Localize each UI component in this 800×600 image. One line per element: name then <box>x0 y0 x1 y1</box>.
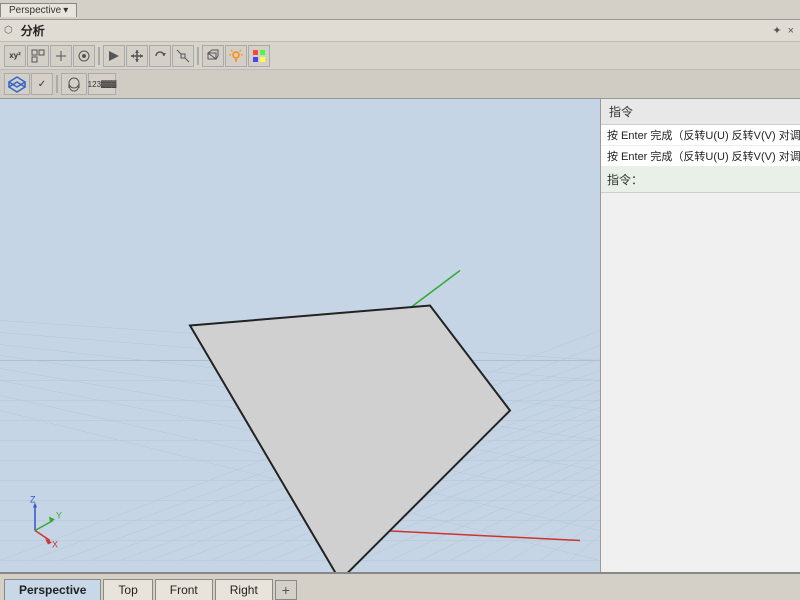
toolbar-btn-ghost[interactable] <box>61 73 87 95</box>
command-line2: 按 Enter 完成（反转U(U) 反转V(V) 对调UV(S) 反... <box>601 146 800 167</box>
toolbar-btn-123[interactable]: 123▓▓▓ <box>88 73 116 95</box>
viewport-3d-main[interactable]: Z Y X ↖ <box>0 99 600 572</box>
app: Perspective ▾ ⬡ 分析 ✦ × xy² <box>0 0 800 600</box>
main-content: Z Y X ↖ 指令 按 Enter 完成（反转U(U) 反转V(V) 对调UV… <box>0 99 800 572</box>
toolbar-btn-rotate[interactable] <box>149 45 171 67</box>
toolbar-btn-light[interactable] <box>225 45 247 67</box>
command-input[interactable] <box>643 173 800 187</box>
command-input-row: 指令： <box>601 167 800 192</box>
chevron-down-icon[interactable]: ▾ <box>63 5 68 16</box>
bottom-tab-bar: Perspective Top Front Right + <box>0 572 800 600</box>
toolbar-row1: ⬡ 分析 ✦ × <box>0 20 800 42</box>
toolbar-separator-2 <box>197 47 199 65</box>
toolbar-separator-3 <box>56 75 58 93</box>
viewport-svg: Z Y X ↖ <box>0 99 600 572</box>
add-viewport-tab-button[interactable]: + <box>275 580 297 600</box>
command-prompt-label: 指令： <box>607 171 643 188</box>
toolbar-btn-3d-icon[interactable] <box>4 73 30 95</box>
svg-text:Y: Y <box>56 511 62 521</box>
toolbar-btn-grid2[interactable] <box>50 45 72 67</box>
perspective-tab-top[interactable]: Perspective ▾ <box>0 3 77 17</box>
tab-right[interactable]: Right <box>215 579 273 600</box>
close-icon[interactable]: × <box>786 25 796 37</box>
tab-front[interactable]: Front <box>155 579 213 600</box>
tab-top[interactable]: Top <box>103 579 152 600</box>
toolbar-btn-arrow[interactable] <box>103 45 125 67</box>
toolbar-btn-xy[interactable]: xy² <box>4 45 26 67</box>
settings-icon[interactable]: ✦ <box>770 24 783 37</box>
toolbar-btn-color[interactable] <box>248 45 270 67</box>
toolbar-area: ⬡ 分析 ✦ × xy² <box>0 20 800 99</box>
toolbar-btn-grid1[interactable] <box>27 45 49 67</box>
top-tab-bar: Perspective ▾ <box>0 0 800 20</box>
toolbar-btn-move[interactable] <box>126 45 148 67</box>
toolbar-icon: ⬡ <box>4 25 13 36</box>
command-line1: 按 Enter 完成（反转U(U) 反转V(V) 对调UV(S) 反... <box>601 125 800 146</box>
toolbar-row3: ✓ 123▓▓▓ <box>0 70 800 98</box>
command-title: 指令 <box>601 99 800 125</box>
toolbar-btn-view3d[interactable] <box>202 45 224 67</box>
command-panel: 指令 按 Enter 完成（反转U(U) 反转V(V) 对调UV(S) 反...… <box>601 99 800 193</box>
svg-text:X: X <box>52 540 58 550</box>
toolbar-btn-snap[interactable] <box>73 45 95 67</box>
toolbar-row2: xy² <box>0 42 800 70</box>
right-panel: 指令 按 Enter 完成（反转U(U) 反转V(V) 对调UV(S) 反...… <box>600 99 800 572</box>
svg-text:Z: Z <box>30 495 36 505</box>
top-tab-label: Perspective <box>9 5 61 16</box>
tab-perspective[interactable]: Perspective <box>4 579 101 600</box>
toolbar-title: 分析 <box>15 22 51 39</box>
toolbar-btn-check[interactable]: ✓ <box>31 73 53 95</box>
toolbar-separator <box>98 47 100 65</box>
toolbar-btn-scale[interactable] <box>172 45 194 67</box>
